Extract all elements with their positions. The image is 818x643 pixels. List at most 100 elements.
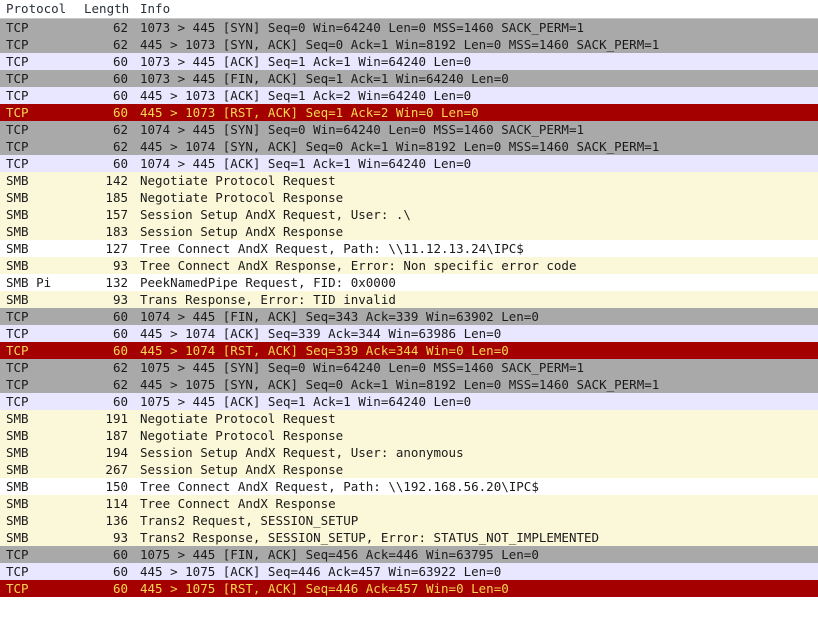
cell-protocol: TCP — [0, 308, 78, 325]
cell-info: 445 > 1073 [ACK] Seq=1 Ack=2 Win=64240 L… — [134, 87, 818, 104]
packet-row[interactable]: TCP601074 > 445 [ACK] Seq=1 Ack=1 Win=64… — [0, 155, 818, 172]
cell-protocol: TCP — [0, 104, 78, 121]
cell-length: 93 — [78, 257, 134, 274]
cell-protocol: SMB — [0, 478, 78, 495]
packet-list[interactable]: Protocol Length Info TCP621073 > 445 [SY… — [0, 0, 818, 597]
cell-info: 445 > 1075 [ACK] Seq=446 Ack=457 Win=639… — [134, 563, 818, 580]
packet-row[interactable]: SMB142Negotiate Protocol Request — [0, 172, 818, 189]
cell-protocol: TCP — [0, 121, 78, 138]
packet-row[interactable]: TCP60445 > 1074 [RST, ACK] Seq=339 Ack=3… — [0, 342, 818, 359]
packet-row[interactable]: TCP60445 > 1075 [RST, ACK] Seq=446 Ack=4… — [0, 580, 818, 597]
packet-row[interactable]: TCP62445 > 1074 [SYN, ACK] Seq=0 Ack=1 W… — [0, 138, 818, 155]
packet-row[interactable]: SMB187Negotiate Protocol Response — [0, 427, 818, 444]
packet-row[interactable]: TCP62445 > 1073 [SYN, ACK] Seq=0 Ack=1 W… — [0, 36, 818, 53]
packet-row[interactable]: SMB Pi132PeekNamedPipe Request, FID: 0x0… — [0, 274, 818, 291]
cell-info: Tree Connect AndX Request, Path: \\11.12… — [134, 240, 818, 257]
cell-length: 60 — [78, 53, 134, 70]
cell-length: 60 — [78, 155, 134, 172]
col-header-length[interactable]: Length — [78, 0, 134, 19]
cell-info: 445 > 1075 [SYN, ACK] Seq=0 Ack=1 Win=81… — [134, 376, 818, 393]
cell-info: 445 > 1074 [RST, ACK] Seq=339 Ack=344 Wi… — [134, 342, 818, 359]
cell-length: 183 — [78, 223, 134, 240]
packet-row[interactable]: TCP621074 > 445 [SYN] Seq=0 Win=64240 Le… — [0, 121, 818, 138]
cell-length: 191 — [78, 410, 134, 427]
cell-info: Negotiate Protocol Response — [134, 427, 818, 444]
cell-info: Trans Response, Error: TID invalid — [134, 291, 818, 308]
packet-row[interactable]: SMB150Tree Connect AndX Request, Path: \… — [0, 478, 818, 495]
cell-info: Negotiate Protocol Request — [134, 410, 818, 427]
cell-length: 60 — [78, 87, 134, 104]
cell-info: Negotiate Protocol Request — [134, 172, 818, 189]
cell-protocol: SMB — [0, 172, 78, 189]
packet-row[interactable]: TCP621073 > 445 [SYN] Seq=0 Win=64240 Le… — [0, 19, 818, 37]
cell-length: 62 — [78, 19, 134, 37]
cell-protocol: TCP — [0, 342, 78, 359]
cell-info: Session Setup AndX Response — [134, 223, 818, 240]
packet-row[interactable]: SMB191Negotiate Protocol Request — [0, 410, 818, 427]
cell-protocol: SMB — [0, 495, 78, 512]
cell-length: 185 — [78, 189, 134, 206]
packet-row[interactable]: TCP621075 > 445 [SYN] Seq=0 Win=64240 Le… — [0, 359, 818, 376]
packet-row[interactable]: TCP601075 > 445 [FIN, ACK] Seq=456 Ack=4… — [0, 546, 818, 563]
cell-info: 1075 > 445 [FIN, ACK] Seq=456 Ack=446 Wi… — [134, 546, 818, 563]
cell-length: 136 — [78, 512, 134, 529]
cell-protocol: TCP — [0, 359, 78, 376]
packet-row[interactable]: SMB114Tree Connect AndX Response — [0, 495, 818, 512]
cell-protocol: TCP — [0, 36, 78, 53]
cell-length: 127 — [78, 240, 134, 257]
packet-row[interactable]: TCP601073 > 445 [FIN, ACK] Seq=1 Ack=1 W… — [0, 70, 818, 87]
cell-protocol: SMB Pi — [0, 274, 78, 291]
packet-row[interactable]: TCP60445 > 1073 [RST, ACK] Seq=1 Ack=2 W… — [0, 104, 818, 121]
packet-row[interactable]: SMB267Session Setup AndX Response — [0, 461, 818, 478]
cell-length: 60 — [78, 325, 134, 342]
cell-length: 267 — [78, 461, 134, 478]
cell-protocol: SMB — [0, 223, 78, 240]
cell-length: 60 — [78, 342, 134, 359]
cell-info: 1074 > 445 [ACK] Seq=1 Ack=1 Win=64240 L… — [134, 155, 818, 172]
packet-row[interactable]: TCP62445 > 1075 [SYN, ACK] Seq=0 Ack=1 W… — [0, 376, 818, 393]
col-header-protocol[interactable]: Protocol — [0, 0, 78, 19]
cell-protocol: SMB — [0, 529, 78, 546]
header-row[interactable]: Protocol Length Info — [0, 0, 818, 19]
cell-protocol: SMB — [0, 512, 78, 529]
cell-info: Tree Connect AndX Response, Error: Non s… — [134, 257, 818, 274]
cell-info: 1075 > 445 [ACK] Seq=1 Ack=1 Win=64240 L… — [134, 393, 818, 410]
packet-row[interactable]: TCP60445 > 1073 [ACK] Seq=1 Ack=2 Win=64… — [0, 87, 818, 104]
cell-info: Session Setup AndX Request, User: anonym… — [134, 444, 818, 461]
cell-info: 1073 > 445 [SYN] Seq=0 Win=64240 Len=0 M… — [134, 19, 818, 37]
cell-length: 60 — [78, 563, 134, 580]
cell-protocol: TCP — [0, 138, 78, 155]
cell-length: 62 — [78, 138, 134, 155]
cell-info: 445 > 1073 [SYN, ACK] Seq=0 Ack=1 Win=81… — [134, 36, 818, 53]
cell-info: 1073 > 445 [ACK] Seq=1 Ack=1 Win=64240 L… — [134, 53, 818, 70]
packet-row[interactable]: TCP601075 > 445 [ACK] Seq=1 Ack=1 Win=64… — [0, 393, 818, 410]
packet-row[interactable]: SMB136Trans2 Request, SESSION_SETUP — [0, 512, 818, 529]
cell-length: 62 — [78, 359, 134, 376]
packet-row[interactable]: TCP60445 > 1075 [ACK] Seq=446 Ack=457 Wi… — [0, 563, 818, 580]
packet-row[interactable]: SMB93Tree Connect AndX Response, Error: … — [0, 257, 818, 274]
cell-protocol: TCP — [0, 155, 78, 172]
packet-row[interactable]: SMB185Negotiate Protocol Response — [0, 189, 818, 206]
packet-row[interactable]: TCP601074 > 445 [FIN, ACK] Seq=343 Ack=3… — [0, 308, 818, 325]
cell-info: Trans2 Request, SESSION_SETUP — [134, 512, 818, 529]
cell-protocol: TCP — [0, 580, 78, 597]
packet-row[interactable]: SMB93Trans Response, Error: TID invalid — [0, 291, 818, 308]
cell-protocol: SMB — [0, 444, 78, 461]
cell-length: 60 — [78, 70, 134, 87]
packet-row[interactable]: SMB157Session Setup AndX Request, User: … — [0, 206, 818, 223]
packet-row[interactable]: TCP601073 > 445 [ACK] Seq=1 Ack=1 Win=64… — [0, 53, 818, 70]
packet-row[interactable]: SMB183Session Setup AndX Response — [0, 223, 818, 240]
cell-info: 1075 > 445 [SYN] Seq=0 Win=64240 Len=0 M… — [134, 359, 818, 376]
cell-length: 132 — [78, 274, 134, 291]
packet-row[interactable]: SMB93Trans2 Response, SESSION_SETUP, Err… — [0, 529, 818, 546]
packet-row[interactable]: TCP60445 > 1074 [ACK] Seq=339 Ack=344 Wi… — [0, 325, 818, 342]
cell-length: 114 — [78, 495, 134, 512]
cell-protocol: SMB — [0, 461, 78, 478]
packet-row[interactable]: SMB127Tree Connect AndX Request, Path: \… — [0, 240, 818, 257]
cell-length: 93 — [78, 291, 134, 308]
packet-row[interactable]: SMB194Session Setup AndX Request, User: … — [0, 444, 818, 461]
cell-length: 60 — [78, 546, 134, 563]
col-header-info[interactable]: Info — [134, 0, 818, 19]
cell-length: 93 — [78, 529, 134, 546]
cell-protocol: TCP — [0, 563, 78, 580]
